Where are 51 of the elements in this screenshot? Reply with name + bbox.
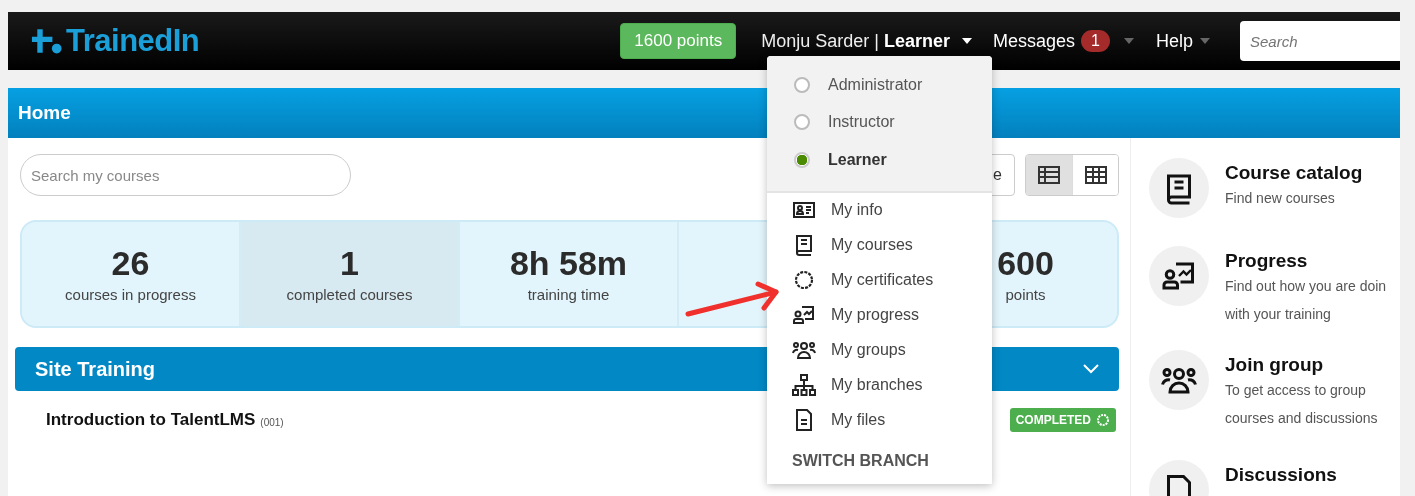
role-option[interactable]: Administrator bbox=[828, 75, 923, 94]
shortcut-title[interactable]: Course catalog bbox=[1225, 162, 1363, 184]
shortcut-description: To get access to group courses and discussions bbox=[1225, 381, 1378, 428]
course-code: (001) bbox=[260, 416, 284, 428]
stat-label: courses in progress bbox=[65, 286, 196, 304]
shortcut-description: Find new courses bbox=[1225, 189, 1336, 208]
logo-text[interactable]: TrainedIn bbox=[66, 23, 200, 59]
shortcut-title[interactable]: Join group bbox=[1225, 354, 1378, 376]
course-search-field[interactable]: Search my courses bbox=[20, 154, 351, 196]
stat-value: 26 bbox=[111, 244, 150, 283]
shortcut-title[interactable]: Progress bbox=[1225, 250, 1387, 272]
role-radio[interactable] bbox=[794, 76, 810, 93]
page-title: Home bbox=[18, 102, 71, 124]
status-badge: COMPLETED bbox=[1009, 408, 1116, 432]
stat-label: completed courses bbox=[286, 286, 413, 304]
menu-item[interactable]: My courses bbox=[831, 236, 913, 254]
message-count-badge: 1 bbox=[1081, 30, 1110, 52]
role-option[interactable]: Instructor bbox=[828, 113, 895, 132]
stat-value: 600 bbox=[997, 244, 1054, 283]
list-view-icon bbox=[1038, 166, 1060, 184]
course-title[interactable]: Introduction to TalentLMS bbox=[46, 410, 256, 430]
chevron-icon[interactable] bbox=[1083, 364, 1099, 374]
seal-icon bbox=[792, 268, 816, 292]
list-view-button[interactable] bbox=[1026, 155, 1072, 195]
search-field[interactable]: Search bbox=[1240, 21, 1400, 61]
menu-item[interactable]: My certificates bbox=[831, 271, 934, 289]
category-title: Site Training bbox=[35, 357, 157, 381]
role-radio[interactable] bbox=[794, 151, 810, 168]
menu-section-heading: SWITCH BRANCH bbox=[791, 450, 930, 470]
hierarchy-icon bbox=[792, 373, 816, 397]
help-link[interactable]: Help bbox=[1155, 30, 1193, 52]
stat-value: 8h 58m bbox=[509, 244, 628, 283]
logo-icon bbox=[30, 27, 64, 55]
stat-label: training time bbox=[527, 286, 610, 304]
shortcut-description: Find out how you are doin with your training bbox=[1225, 277, 1387, 324]
menu-item[interactable]: My progress bbox=[831, 306, 920, 324]
role-radio[interactable] bbox=[794, 114, 810, 131]
messages-link[interactable]: Messages bbox=[993, 30, 1076, 52]
role-option[interactable]: Learner bbox=[828, 150, 887, 169]
grid-view-icon bbox=[1084, 166, 1107, 184]
menu-item[interactable]: My branches bbox=[831, 376, 923, 394]
grid-view-button[interactable] bbox=[1072, 155, 1118, 195]
menu-item[interactable]: My files bbox=[831, 411, 886, 429]
stat-label: points bbox=[1005, 286, 1046, 304]
stat-value: 1 bbox=[340, 244, 359, 283]
user-menu-link[interactable]: Monju Sarder | Learner bbox=[761, 30, 950, 52]
presentation-icon bbox=[792, 303, 816, 327]
seal-icon bbox=[1096, 413, 1110, 427]
shortcut-title[interactable]: Discussions bbox=[1225, 464, 1337, 486]
menu-item[interactable]: My info bbox=[831, 201, 883, 219]
caret-icon[interactable] bbox=[962, 38, 972, 44]
